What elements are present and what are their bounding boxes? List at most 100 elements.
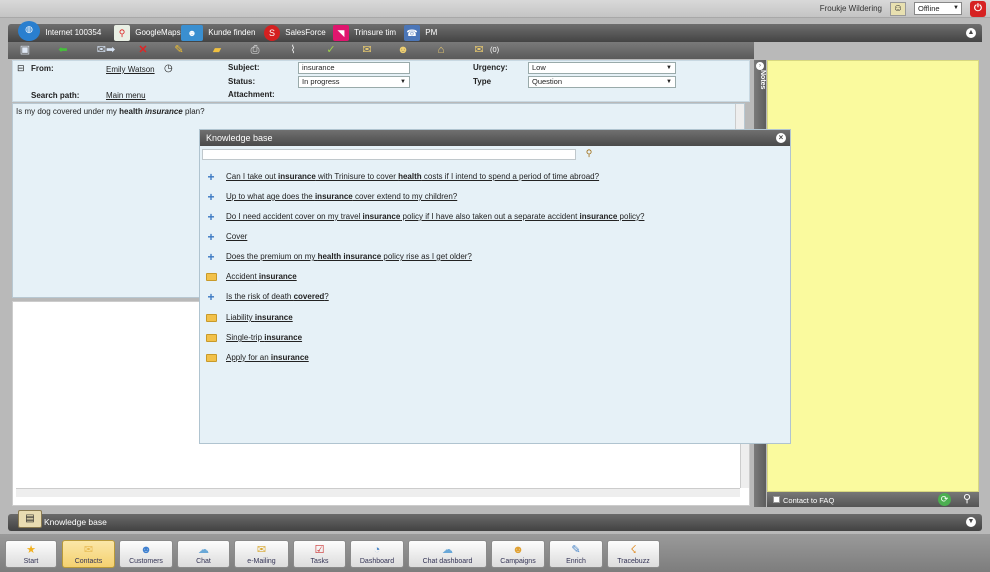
kb-search-input[interactable]: [202, 149, 576, 160]
mail-queue-icon[interactable]: ✉: [470, 43, 488, 58]
tab-salesforce[interactable]: S SalesForce: [264, 24, 326, 42]
open-mail-icon[interactable]: ✉: [358, 43, 376, 58]
kb-item-text: Liability: [226, 313, 255, 322]
kb-folder-item[interactable]: Single-trip insurance: [205, 332, 785, 346]
kb-folder-item[interactable]: Apply for an insurance: [205, 352, 785, 366]
kb-item-highlight: insurance: [314, 192, 353, 201]
spellcheck-icon[interactable]: ✓: [322, 43, 340, 58]
nav-chat[interactable]: ☁ Chat: [177, 540, 230, 568]
zoom-icon[interactable]: ⚲: [960, 492, 974, 506]
phone-globe-icon: ☎: [404, 24, 420, 41]
nav-contacts[interactable]: ✉ Contacts: [62, 540, 115, 568]
search-path-link[interactable]: Main menu: [106, 91, 146, 100]
chevron-down-icon[interactable]: ▼: [966, 517, 976, 527]
plus-icon: +: [207, 190, 215, 204]
notes-panel[interactable]: [767, 60, 979, 492]
kb-item-highlight: insurance: [258, 272, 297, 281]
nav-e-mailing[interactable]: ✉ e-Mailing: [234, 540, 289, 568]
folder-move-icon[interactable]: ▰: [208, 43, 226, 58]
nav-dashboard[interactable]: ◔ Dashboard: [350, 540, 404, 568]
urgency-label: Urgency:: [473, 63, 508, 72]
kb-article-item[interactable]: + Can I take out insurance with Trinisure…: [205, 171, 785, 185]
tab-internet[interactable]: ◍ Internet 100354: [18, 20, 101, 42]
nav-chat-dashboard[interactable]: ☁ Chat dashboard: [408, 540, 487, 568]
kb-item-link[interactable]: Up to what age does the insurance cover …: [226, 192, 457, 201]
agent-avatar-icon[interactable]: ☺: [890, 2, 906, 16]
kb-item-highlight: insurance: [254, 313, 293, 322]
kb-folder-item[interactable]: Accident insurance: [205, 271, 785, 285]
kb-item-text: policy rise as I get older?: [381, 252, 472, 261]
status-dropdown[interactable]: In progress ▼: [298, 76, 410, 88]
chevron-up-icon: ▲: [967, 29, 975, 36]
clock-icon[interactable]: ◷: [164, 63, 173, 74]
subject-label: Subject:: [228, 63, 260, 72]
kb-item-link[interactable]: Liability insurance: [226, 313, 293, 322]
kb-article-item[interactable]: + Does the premium on my health insurance…: [205, 251, 785, 265]
nav-customers[interactable]: ☻ Customers: [119, 540, 173, 568]
tab-trinsure[interactable]: ◥ Trinsure tim: [333, 24, 396, 42]
kb-article-item[interactable]: + Do I need accident cover on my travel i…: [205, 211, 785, 225]
nav-start[interactable]: ★ Start: [5, 540, 57, 568]
nav-campaigns[interactable]: ☻ Campaigns: [491, 540, 545, 568]
attachment-icon[interactable]: ⌇: [284, 43, 302, 58]
kb-item-link[interactable]: Accident insurance: [226, 272, 297, 281]
kb-article-item[interactable]: + Is the risk of death covered?: [205, 291, 785, 305]
nav-tracebuzz[interactable]: ☇ Tracebuzz: [607, 540, 660, 568]
kb-item-link[interactable]: Can I take out insurance with Trinisure …: [226, 172, 599, 181]
kb-item-link[interactable]: Single-trip insurance: [226, 333, 302, 342]
kb-article-item[interactable]: + Up to what age does the insurance cover…: [205, 191, 785, 205]
refresh-icon[interactable]: ⟳: [938, 493, 951, 506]
top-status-bar: Froukje Wildering ☺ Offline ▼ ⏻: [0, 0, 990, 18]
kb-item-highlight: covered: [293, 292, 325, 301]
forward-mail-icon[interactable]: ✉➡: [94, 43, 118, 58]
kb-item-link[interactable]: Does the premium on my health insurance …: [226, 252, 472, 261]
status-value: In progress: [302, 77, 340, 86]
kb-folder-item[interactable]: Liability insurance: [205, 312, 785, 326]
kb-item-text: ?: [324, 292, 329, 301]
kb-titlebar: Knowledge base ×: [200, 130, 790, 146]
delete-icon[interactable]: ✕: [134, 43, 152, 58]
kb-item-link[interactable]: Cover: [226, 232, 247, 241]
nav-label: Chat dashboard: [422, 558, 473, 565]
tab-googlemaps[interactable]: ⚲ GoogleMaps: [114, 24, 181, 42]
search-path-label: Search path:: [31, 91, 80, 100]
book-icon: ▤: [18, 510, 42, 528]
assign-user-icon[interactable]: ☻: [394, 43, 412, 58]
folder-icon: [206, 354, 217, 362]
knowledge-base-bar[interactable]: ▤ Knowledge base ▼: [8, 510, 982, 531]
logout-button[interactable]: ⏻: [970, 1, 986, 17]
from-link[interactable]: Emily Watson: [106, 65, 155, 74]
tab-kunde-finden[interactable]: ☻ Kunde finden: [181, 24, 255, 42]
print-icon[interactable]: ⎙: [246, 43, 264, 58]
kb-item-highlight: health insurance: [317, 252, 382, 261]
nav-label: Tracebuzz: [617, 558, 650, 565]
mail-home-icon[interactable]: ⌂: [432, 43, 450, 58]
kb-close-button[interactable]: ×: [776, 133, 786, 143]
contact-to-faq-checkbox[interactable]: [773, 496, 780, 503]
reply-back-icon[interactable]: ⬅: [52, 43, 74, 58]
type-dropdown[interactable]: Question ▼: [528, 76, 676, 88]
collapse-header-icon[interactable]: ⊟: [17, 63, 25, 74]
kb-item-link[interactable]: Do I need accident cover on my travel in…: [226, 212, 644, 221]
kb-article-item[interactable]: + Cover: [205, 231, 785, 245]
attachment-label: Attachment:: [228, 90, 275, 99]
collapse-tabs-button[interactable]: ▲: [966, 28, 976, 38]
urgency-dropdown[interactable]: Low ▼: [528, 62, 676, 74]
save-icon[interactable]: ▣: [16, 43, 34, 58]
kb-item-text: Apply for an: [226, 353, 271, 362]
note-edit-icon[interactable]: ✎: [170, 43, 188, 58]
search-icon[interactable]: ⚲: [583, 148, 595, 160]
status-select[interactable]: Offline ▼: [914, 2, 962, 15]
nav-tasks[interactable]: ☑ Tasks: [293, 540, 346, 568]
nav-enrich[interactable]: ✎ Enrich: [549, 540, 603, 568]
kb-item-link[interactable]: Apply for an insurance: [226, 353, 309, 362]
kb-item-text: Up to what age does the: [226, 192, 315, 201]
plus-icon: +: [207, 170, 215, 184]
kb-item-highlight: insurance: [270, 353, 309, 362]
kb-item-link[interactable]: Is the risk of death covered?: [226, 292, 329, 301]
chevron-right-icon[interactable]: ›: [756, 62, 764, 70]
reply-horizontal-scrollbar[interactable]: [16, 488, 740, 497]
tab-pm[interactable]: ☎ PM: [404, 24, 437, 42]
user-name: Froukje Wildering: [819, 4, 882, 13]
subject-input[interactable]: insurance: [298, 62, 410, 74]
